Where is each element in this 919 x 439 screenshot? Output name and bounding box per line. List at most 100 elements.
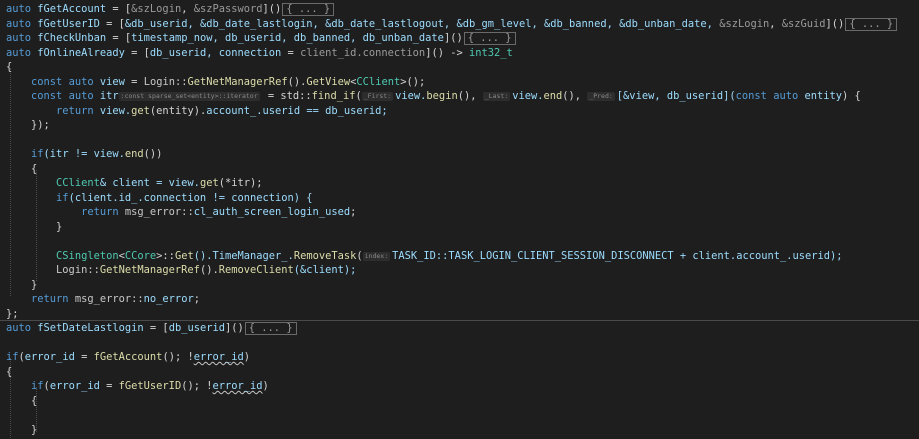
identifier: ().TimeManager_. — [193, 249, 294, 262]
code-line-13[interactable]: CClient& client = view.get(*itr); — [0, 176, 919, 191]
code-text: ]() — [225, 322, 244, 334]
code-line-26[interactable]: { — [0, 365, 919, 380]
capture-list: &db_userid, &db_date_lastlogin, &db_date… — [124, 17, 720, 30]
identifier: fCheckUnban — [37, 32, 107, 44]
code-line-19[interactable]: Login::GetNetManagerRef().RemoveClient(&… — [0, 263, 919, 278]
code-line-25[interactable]: if(error_id = fGetAccount(); !error_id) — [0, 350, 919, 365]
fold-collapsed-button[interactable]: { ... } — [845, 17, 898, 31]
code-text: = — [124, 75, 144, 88]
code-line-3[interactable]: auto fCheckUnban = [timestamp_now, db_us… — [0, 31, 919, 46]
keyword: auto — [68, 90, 94, 102]
identifier: entity — [798, 90, 843, 102]
code-line-4[interactable]: auto fOnlineAlready = [db_userid, connec… — [0, 46, 919, 61]
inlay-type-hint: :const sparse_set<entity>::iterator — [118, 92, 260, 101]
code-line-9[interactable]: }); — [0, 118, 919, 133]
code-line-24[interactable] — [0, 336, 919, 351]
code-line-29[interactable] — [0, 408, 919, 423]
identifier: fOnlineAlready — [37, 46, 125, 59]
code-text: (*itr); — [218, 177, 263, 189]
code-text: }); — [31, 119, 50, 131]
identifier-warning: error_id — [193, 351, 244, 363]
fold-collapsed-button[interactable]: { ... } — [463, 32, 516, 45]
identifier: view. — [93, 104, 132, 117]
code-text: ]() — [262, 3, 282, 15]
capture: &szLogin — [719, 17, 770, 30]
keyword: auto — [6, 32, 32, 44]
fold-collapsed-button[interactable]: { ... } — [244, 322, 297, 335]
code-line-1[interactable]: auto fGetAccount = [&szLogin, &szPasswor… — [0, 2, 919, 17]
code-text: = — [281, 46, 301, 59]
brace: }; — [6, 307, 19, 320]
code-text: , — [769, 17, 782, 30]
type-name: CClient — [56, 177, 100, 189]
function-name: begin — [426, 90, 458, 102]
brace: { — [6, 61, 13, 73]
inlay-param-hint: _Last: — [482, 92, 511, 101]
code-line-10[interactable] — [0, 133, 919, 148]
code-text: = [ — [99, 17, 125, 30]
identifier: no_error — [143, 293, 194, 305]
code-line-6[interactable]: const auto view = Login::GetNetManagerRe… — [0, 75, 919, 90]
code-line-14[interactable]: if(client.id_.connection != connection) … — [0, 191, 919, 206]
code-line-30[interactable]: } — [0, 423, 919, 438]
inlay-param-hint: index: — [362, 251, 391, 261]
code-line-15[interactable]: return msg_error::cl_auth_screen_login_u… — [0, 205, 919, 220]
code-line-2[interactable]: auto fGetUserID = [&db_userid, &db_date_… — [0, 17, 919, 32]
code-text: ]() -> — [425, 46, 469, 59]
identifier: fGetUserID — [37, 17, 100, 30]
code-line-8[interactable]: return view.get(entity).account_.userid … — [0, 104, 919, 119]
function-name: find_if — [311, 90, 356, 102]
function-name: end — [124, 148, 144, 160]
keyword: auto — [6, 3, 32, 15]
keyword: auto — [773, 90, 799, 102]
keyword: auto — [6, 46, 32, 59]
code-line-16[interactable]: } — [0, 220, 919, 235]
brace: { — [31, 162, 38, 175]
function-name: GetView — [306, 75, 351, 88]
code-line-20[interactable]: } — [0, 278, 919, 293]
code-line-18[interactable]: CSingleton<CCore>::Get().TimeManager_.Re… — [0, 249, 919, 264]
keyword: const — [31, 75, 63, 88]
identifier: view — [99, 75, 125, 88]
keyword: auto — [68, 75, 94, 88]
code-line-5[interactable]: { — [0, 60, 919, 75]
identifier: (itr != view. — [43, 148, 125, 160]
fold-collapsed-button[interactable]: { ... } — [282, 3, 335, 16]
code-text: ]() — [825, 17, 845, 30]
code-text: ]() — [443, 32, 463, 44]
inlay-param-hint: _Pred: — [587, 92, 615, 101]
code-line-27[interactable]: if(error_id = fGetUserID(); !error_id) — [0, 379, 919, 394]
code-line-11[interactable]: if(itr != view.end()) — [0, 147, 919, 162]
code-line-7[interactable]: const auto itr:const sparse_set<entity>:… — [0, 89, 919, 104]
brace: { — [6, 365, 13, 378]
code-text: = — [74, 351, 94, 363]
code-editor[interactable]: auto fGetAccount = [&szLogin, &szPasswor… — [0, 0, 919, 439]
brace: { — [31, 394, 38, 407]
code-line-22[interactable]: }; — [0, 307, 919, 322]
lambda-capture: [&view, db_userid]( — [616, 90, 736, 102]
code-text: (); ! — [181, 380, 213, 392]
code-line-28[interactable]: { — [0, 394, 919, 409]
code-text: ; — [193, 293, 200, 305]
code-line-12[interactable]: { — [0, 162, 919, 177]
function-name: end — [543, 90, 563, 102]
code-text: (), — [457, 90, 483, 102]
brace: } — [31, 278, 38, 291]
code-text: ) — [262, 380, 269, 392]
code-text: = std:: — [261, 90, 312, 102]
identifier: cl_auth_screen_login_used — [193, 206, 351, 218]
code-line-21[interactable]: return msg_error::no_error; — [0, 292, 919, 307]
code-text: = [ — [143, 322, 169, 334]
identifier: & client = view. — [99, 177, 200, 189]
function-name: GetNetManagerRef — [187, 75, 288, 88]
function-name: fGetUserID — [118, 380, 182, 392]
identifier: itr — [99, 90, 119, 102]
code-line-17[interactable] — [0, 234, 919, 249]
function-name: RemoveClient — [218, 264, 294, 276]
function-name: fGetAccount — [93, 351, 163, 363]
identifier: account_.userid == db_userid; — [206, 104, 388, 117]
capture: &szLogin — [131, 3, 182, 15]
type-name: CClient — [356, 75, 401, 88]
function-name: RemoveTask — [293, 249, 357, 262]
code-line-23[interactable]: auto fSetDateLastlogin = [db_userid](){ … — [0, 321, 919, 336]
